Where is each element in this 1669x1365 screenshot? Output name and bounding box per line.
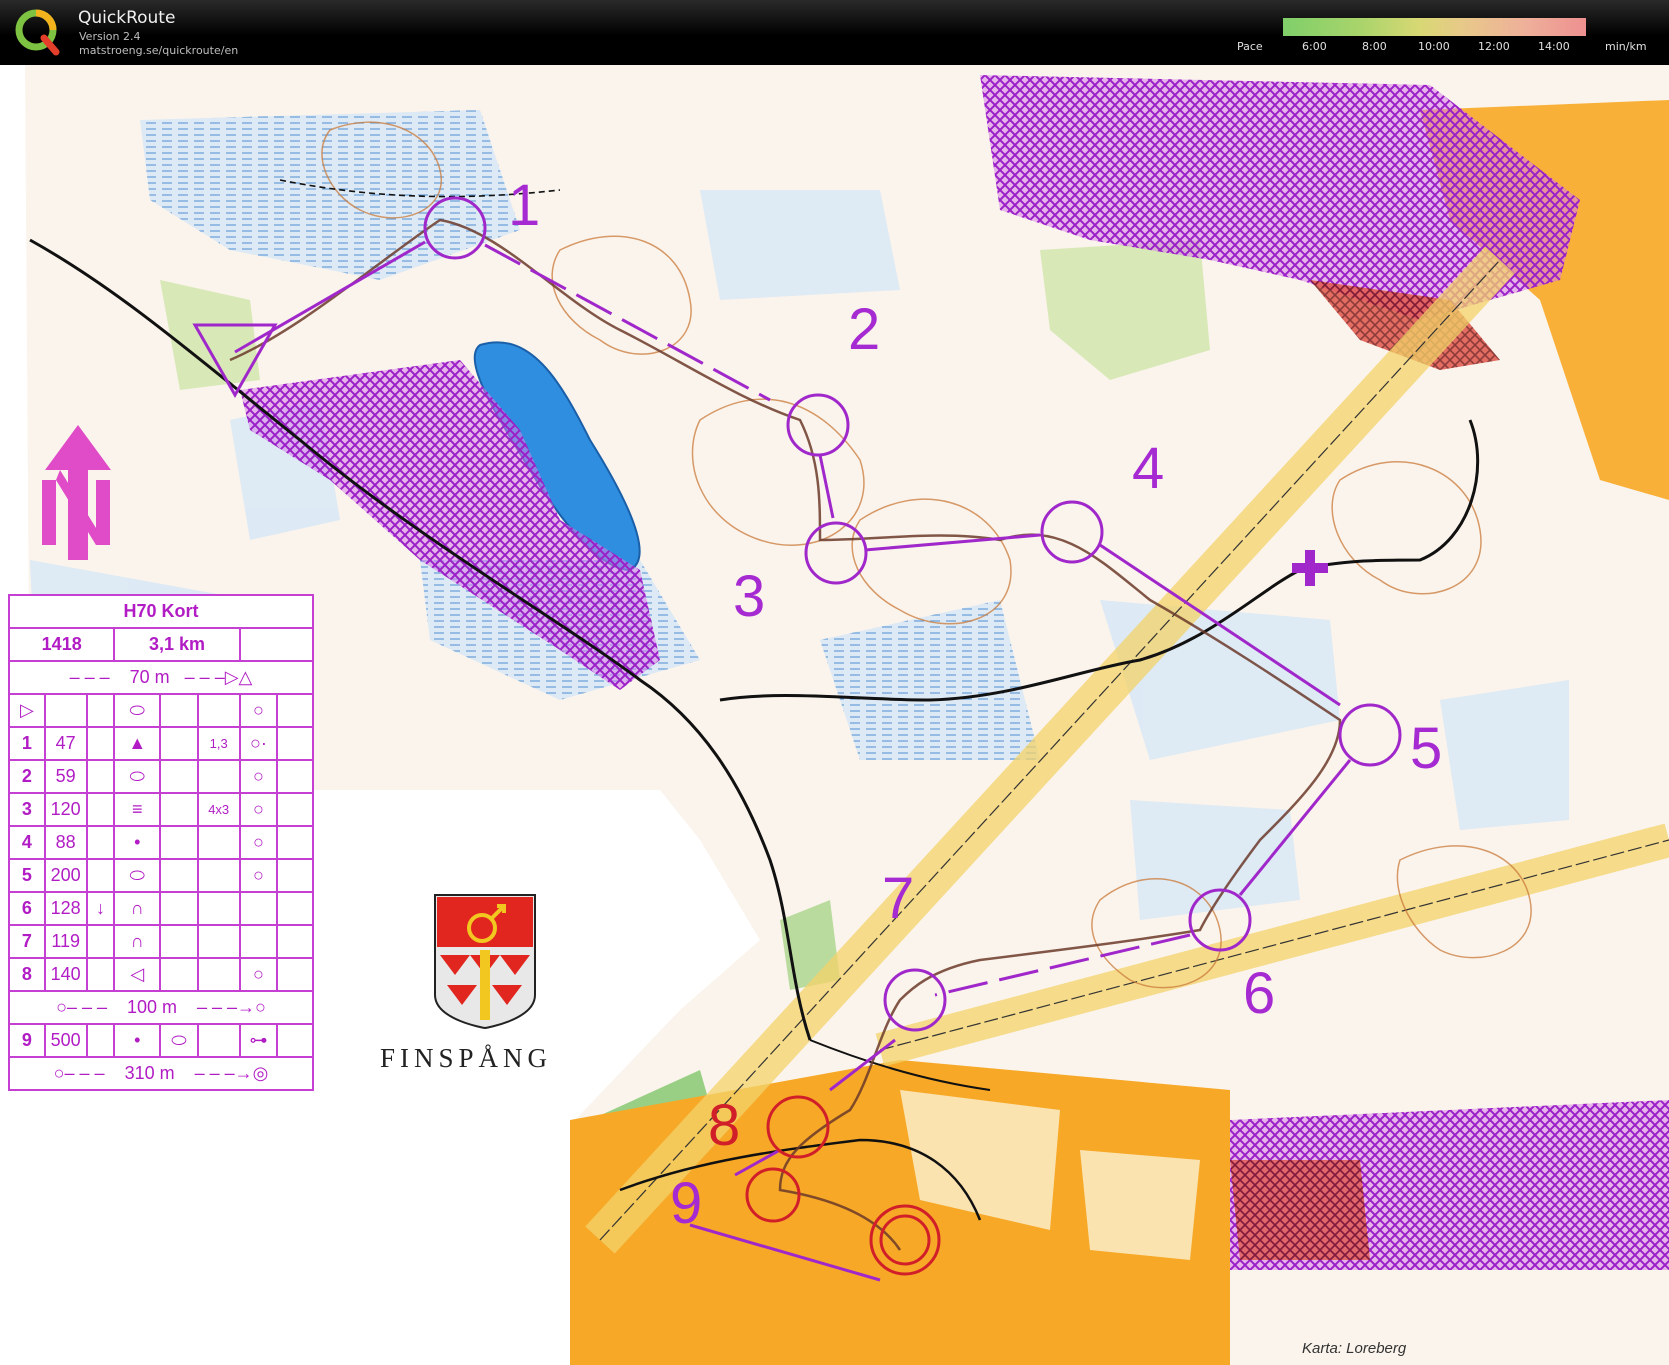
pace-tick: 8:00: [1362, 40, 1387, 53]
cd-start-leg-row: – – – 70 m – – –▷△: [8, 660, 314, 695]
control-number-6: 6: [1243, 961, 1276, 1026]
side-icon: ○: [238, 693, 279, 728]
side-icon: ○: [238, 759, 279, 794]
down-arrow-icon: ↓: [85, 891, 116, 926]
knoll-icon: ⬭: [113, 759, 162, 794]
circle-icon: ○– – –: [53, 1063, 125, 1083]
knoll-icon: ⬭: [113, 858, 162, 893]
pace-tick: 6:00: [1302, 40, 1327, 53]
cd-finish-row: ○– – – 310 m – – –→◎: [8, 1056, 314, 1091]
control-number-4: 4: [1132, 436, 1165, 501]
cd-row-5: 5 200 ⬭ ○: [8, 858, 314, 893]
marsh-icon: ≡: [113, 792, 162, 827]
pace-tick: 12:00: [1478, 40, 1510, 53]
cd-row-3: 3 120 ≡ 4x3 ○: [8, 792, 314, 827]
pace-unit: min/km: [1605, 40, 1647, 53]
app-version: Version 2.4: [79, 30, 141, 43]
point-icon: •: [113, 1023, 162, 1058]
control-number-5: 5: [1410, 716, 1443, 781]
app-url[interactable]: matstroeng.se/quickroute/en: [79, 44, 238, 57]
course-code: 1418: [7, 627, 116, 662]
corner-icon: ◁: [113, 957, 162, 992]
control-number-9: 9: [670, 1171, 703, 1236]
boulder-icon: ▲: [113, 726, 162, 761]
control-number-1: 1: [508, 173, 541, 238]
arrow-to-circle-icon: – – –→○: [177, 997, 266, 1017]
cd-row-8: 8 140 ◁ ○: [8, 957, 314, 992]
control-description-sheet: H70 Kort 1418 3,1 km – – – 70 m – – –▷△ …: [7, 594, 315, 1091]
start-leg-length: – – – 70 m – – –▷△: [8, 660, 314, 695]
arrow-to-triangle-icon: – – –▷△: [169, 667, 253, 687]
cd-info-row: 1418 3,1 km: [7, 627, 315, 662]
map-credit: Karta: Loreberg: [1302, 1340, 1407, 1357]
course-class: H70 Kort: [8, 594, 314, 629]
finish-icon: – – –→◎: [174, 1063, 269, 1083]
finspang-coat-of-arms: [434, 894, 536, 1030]
cd-row-7: 7 119 ∩: [8, 924, 314, 959]
side-icon: ○: [238, 792, 279, 827]
quickroute-logo: [15, 9, 60, 56]
reentrant-icon: ∩: [113, 891, 162, 926]
course-length: 3,1 km: [113, 627, 241, 662]
pace-tick: 14:00: [1538, 40, 1570, 53]
control-number-2: 2: [848, 297, 881, 362]
oval-icon: ⬭: [159, 1023, 199, 1058]
dash-arrow-icon: – – –: [69, 667, 130, 687]
cd-leg-to-9-row: ○– – – 100 m – – –→○: [8, 990, 314, 1025]
app-header: QuickRoute Version 2.4 matstroeng.se/qui…: [0, 0, 1669, 65]
side-icon: ○: [238, 957, 279, 992]
cd-start-row: ▷ ⬭ ○: [8, 693, 314, 728]
side-icon: ○·: [238, 726, 279, 761]
side-icon: ○: [238, 825, 279, 860]
municipality-name: FINSPÅNG: [380, 1043, 553, 1073]
circle-icon: ○– – –: [56, 997, 127, 1017]
reentrant-icon: ∩: [113, 924, 162, 959]
side-icon: ○: [238, 858, 279, 893]
cd-row-1: 1 47 ▲ 1,3 ○·: [8, 726, 314, 761]
cd-row-2: 2 59 ⬭ ○: [8, 759, 314, 794]
cd-row-6: 6 128 ↓ ∩: [8, 891, 314, 926]
start-triangle-icon: ▷: [8, 693, 46, 728]
course-climb: [238, 627, 315, 662]
between-icon: ⊶: [238, 1023, 279, 1058]
pace-gradient-bar: [1283, 18, 1586, 36]
app-title: QuickRoute: [78, 8, 176, 28]
control-number-7: 7: [882, 866, 915, 931]
cd-row-4: 4 88 • ○: [8, 825, 314, 860]
oval-icon: ⬭: [113, 693, 162, 728]
pace-label: Pace: [1237, 40, 1263, 53]
cd-row-9: 9 500 • ⬭ ⊶: [8, 1023, 314, 1058]
point-icon: •: [113, 825, 162, 860]
pace-tick: 10:00: [1418, 40, 1450, 53]
control-number-3: 3: [733, 564, 766, 629]
control-number-8: 8: [708, 1093, 741, 1158]
cd-header-row: H70 Kort: [8, 594, 314, 629]
